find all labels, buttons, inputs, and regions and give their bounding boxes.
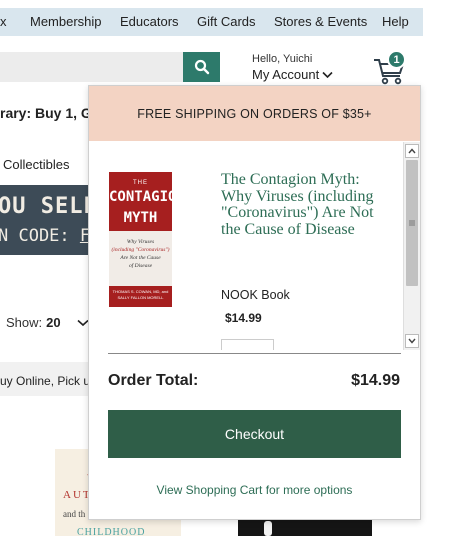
free-shipping-banner: FREE SHIPPING ON ORDERS OF $35+ — [89, 86, 420, 141]
search-input[interactable] — [0, 52, 183, 82]
cart-scrollbar[interactable] — [403, 142, 420, 350]
mini-cart-popover: FREE SHIPPING ON ORDERS OF $35+ THE CONT… — [88, 85, 421, 520]
nav-item-stores-events[interactable]: Stores & Events — [274, 14, 367, 29]
scroll-down-arrow-icon[interactable] — [405, 334, 419, 348]
nav-item-partial[interactable]: x — [0, 14, 7, 29]
nav-item-membership[interactable]: Membership — [30, 14, 102, 29]
nav-item-gift-cards[interactable]: Gift Cards — [197, 14, 256, 29]
account-greeting: Hello, Yuichi — [252, 53, 313, 65]
grip-icon — [409, 220, 415, 226]
divider — [108, 353, 401, 354]
show-per-page[interactable]: Show: 20 — [6, 315, 89, 330]
page: x Membership Educators Gift Cards Stores… — [0, 0, 451, 536]
chevron-down-icon — [322, 71, 333, 78]
book-cover[interactable]: THE CONTAGION MYTH Why Viruses (includin… — [109, 172, 172, 307]
book-cover-thumbnail[interactable] — [238, 519, 372, 536]
quantity-field[interactable] — [221, 339, 274, 350]
scroll-up-arrow-icon[interactable] — [405, 144, 419, 158]
search-icon — [194, 59, 209, 75]
nav-item-educators[interactable]: Educators — [120, 14, 179, 29]
utility-nav: x Membership Educators Gift Cards Stores… — [0, 8, 423, 36]
banner-headline: OU SELEC — [0, 194, 92, 219]
cart-items-list[interactable]: THE CONTAGION MYTH Why Viruses (includin… — [89, 142, 420, 350]
cart-item-price: $14.99 — [225, 311, 262, 325]
cart-item-title[interactable]: The Contagion Myth: Why Viruses (includi… — [221, 171, 381, 238]
nav-item-help[interactable]: Help — [382, 14, 409, 29]
view-shopping-cart-link[interactable]: View Shopping Cart for more options — [89, 483, 420, 497]
show-label: Show: — [6, 315, 43, 330]
my-account-menu[interactable]: My Account — [252, 67, 333, 82]
cart-item-format: NOOK Book — [221, 288, 290, 302]
category-collectibles[interactable]: Collectibles — [3, 157, 69, 172]
order-total-label: Order Total: — [108, 372, 199, 389]
search-button[interactable] — [183, 52, 220, 82]
banner-code-line: N CODE: FIVI — [0, 226, 92, 246]
show-value: 20 — [46, 315, 61, 330]
cart-count-badge: 1 — [387, 50, 406, 69]
order-total-value: $14.99 — [351, 372, 400, 389]
promo-banner[interactable]: OU SELEC N CODE: FIVI — [0, 185, 92, 255]
buy-online-pickup[interactable]: uy Online, Pick up — [0, 374, 97, 388]
scrollbar-thumb[interactable] — [406, 160, 418, 286]
checkout-button[interactable]: Checkout — [108, 410, 401, 458]
promo-text[interactable]: rary: Buy 1, Ge — [0, 105, 100, 121]
my-account-label: My Account — [252, 67, 320, 82]
chevron-down-icon — [77, 319, 89, 326]
